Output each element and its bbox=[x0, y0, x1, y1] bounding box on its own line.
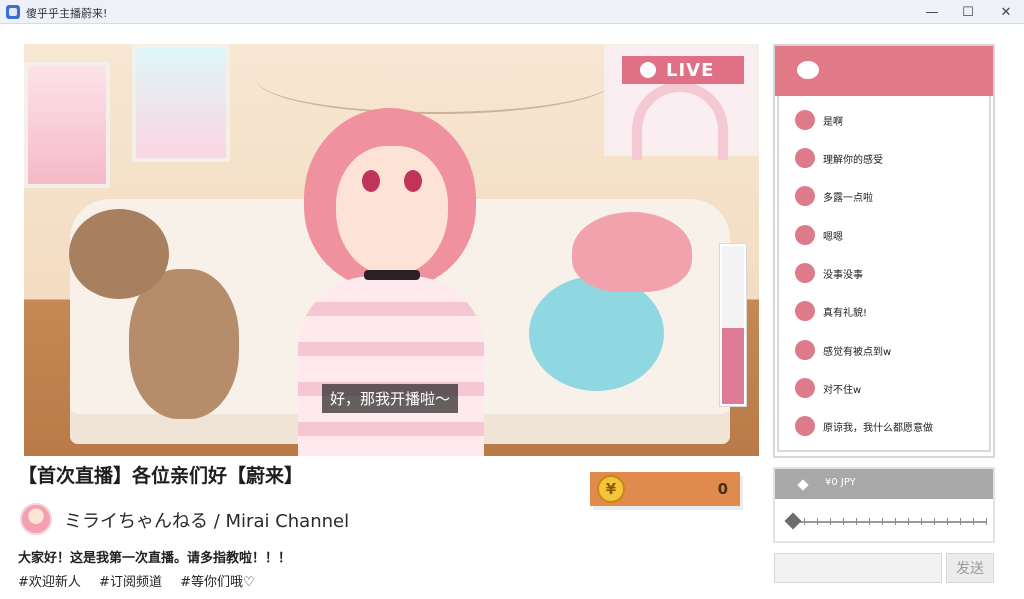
chat-message-text: 理解你的感受 bbox=[823, 154, 883, 166]
chat-message: 嗯嗯 bbox=[795, 225, 843, 245]
chat-message: 原谅我，我什么都愿意做 bbox=[795, 416, 933, 436]
slider-tick bbox=[830, 518, 831, 525]
user-avatar-icon bbox=[795, 225, 815, 245]
chat-panel: 是啊 理解你的感受 多露一点啦 嗯嗯 没事没事 真有礼貌! 感觉有被点到w 对不… bbox=[773, 44, 995, 458]
anime-poster bbox=[24, 62, 110, 188]
stream-video: LIVE 好，那我开播啦～ bbox=[24, 44, 759, 456]
reaction-meter-fill bbox=[722, 328, 744, 404]
subtitle-caption: 好，那我开播啦～ bbox=[322, 384, 459, 413]
chat-input[interactable] bbox=[774, 553, 942, 583]
stream-tags: #欢迎新人 #订阅频道 #等你们哦♡ bbox=[18, 571, 269, 590]
user-avatar-icon bbox=[795, 186, 815, 206]
chat-message: 多露一点啦 bbox=[795, 186, 873, 206]
chat-message-text: 对不住w bbox=[823, 384, 862, 396]
chat-message-text: 多露一点啦 bbox=[823, 192, 873, 204]
live-label: LIVE bbox=[666, 59, 715, 81]
slider-tick bbox=[895, 518, 896, 525]
teddy-bear bbox=[69, 209, 249, 429]
slider-tick bbox=[869, 518, 870, 525]
chat-message-list[interactable]: 是啊 理解你的感受 多露一点啦 嗯嗯 没事没事 真有礼貌! 感觉有被点到w 对不… bbox=[777, 96, 991, 452]
chat-message-text: 没事没事 bbox=[823, 269, 863, 281]
tip-slider-track[interactable] bbox=[791, 518, 987, 525]
slider-tick bbox=[947, 518, 948, 525]
tag[interactable]: #欢迎新人 bbox=[18, 575, 81, 590]
chat-message-text: 是啊 bbox=[823, 116, 843, 128]
chat-message-text: 嗯嗯 bbox=[823, 231, 843, 243]
app-icon bbox=[6, 5, 20, 19]
slider-tick bbox=[843, 518, 844, 525]
tip-header: ¥0 JPY bbox=[775, 469, 993, 499]
yen-coin-icon: ¥ bbox=[597, 475, 625, 503]
live-dot-icon bbox=[640, 62, 656, 78]
window-title: 傻乎乎主播蔚来! bbox=[26, 7, 108, 20]
chat-message: 是啊 bbox=[795, 110, 843, 130]
stream-title: 【首次直播】各位亲们好【蔚来】 bbox=[18, 465, 304, 487]
octopus-plush bbox=[572, 212, 692, 292]
string-lights bbox=[256, 44, 616, 114]
slider-tick bbox=[921, 518, 922, 525]
tag[interactable]: #订阅频道 bbox=[99, 575, 162, 590]
chat-bubble-icon bbox=[797, 61, 819, 79]
send-button[interactable]: 发送 bbox=[946, 553, 994, 583]
chat-message-text: 感觉有被点到w bbox=[823, 346, 892, 358]
live-badge: LIVE bbox=[622, 56, 744, 84]
chat-message: 理解你的感受 bbox=[795, 148, 883, 168]
channel-avatar bbox=[20, 503, 52, 535]
user-avatar-icon bbox=[795, 110, 815, 130]
user-avatar-icon bbox=[795, 340, 815, 360]
chat-message: 感觉有被点到w bbox=[795, 340, 891, 360]
channel-name: ミライちゃんねる / Mirai Channel bbox=[64, 511, 350, 532]
reaction-meter bbox=[719, 243, 747, 407]
chat-message-text: 真有礼貌! bbox=[823, 307, 868, 319]
chat-message: 真有礼貌! bbox=[795, 301, 867, 321]
title-bar: 傻乎乎主播蔚来! — ☐ ✕ bbox=[0, 0, 1024, 24]
stream-description: 大家好！这是我第一次直播。请多指教啦！！！ bbox=[18, 551, 292, 566]
chat-message: 对不住w bbox=[795, 378, 861, 398]
user-avatar-icon bbox=[795, 301, 815, 321]
slider-tick bbox=[960, 518, 961, 525]
chat-message-text: 原谅我，我什么都愿意做 bbox=[823, 422, 933, 434]
maximize-button[interactable]: ☐ bbox=[950, 0, 986, 24]
coin-value: 0 bbox=[717, 480, 728, 498]
chat-message: 没事没事 bbox=[795, 263, 863, 283]
anime-poster bbox=[132, 44, 230, 162]
slider-tick bbox=[973, 518, 974, 525]
user-avatar-icon bbox=[795, 416, 815, 436]
slider-tick bbox=[856, 518, 857, 525]
tip-slider-handle[interactable] bbox=[784, 512, 802, 530]
slider-tick bbox=[908, 518, 909, 525]
tip-panel: ¥0 JPY bbox=[773, 467, 995, 543]
slider-tick bbox=[934, 518, 935, 525]
slider-tick bbox=[817, 518, 818, 525]
chat-header bbox=[775, 46, 993, 96]
blue-cushion bbox=[529, 276, 664, 391]
coin-counter: ¥ 0 bbox=[590, 472, 740, 506]
diamond-icon bbox=[797, 479, 809, 491]
minimize-button[interactable]: — bbox=[914, 0, 950, 24]
slider-tick bbox=[986, 518, 987, 525]
tag[interactable]: #等你们哦♡ bbox=[180, 575, 255, 590]
user-avatar-icon bbox=[795, 378, 815, 398]
user-avatar-icon bbox=[795, 148, 815, 168]
tip-amount: ¥0 JPY bbox=[825, 477, 856, 488]
user-avatar-icon bbox=[795, 263, 815, 283]
slider-tick bbox=[882, 518, 883, 525]
slider-tick bbox=[804, 518, 805, 525]
close-button[interactable]: ✕ bbox=[988, 0, 1024, 24]
